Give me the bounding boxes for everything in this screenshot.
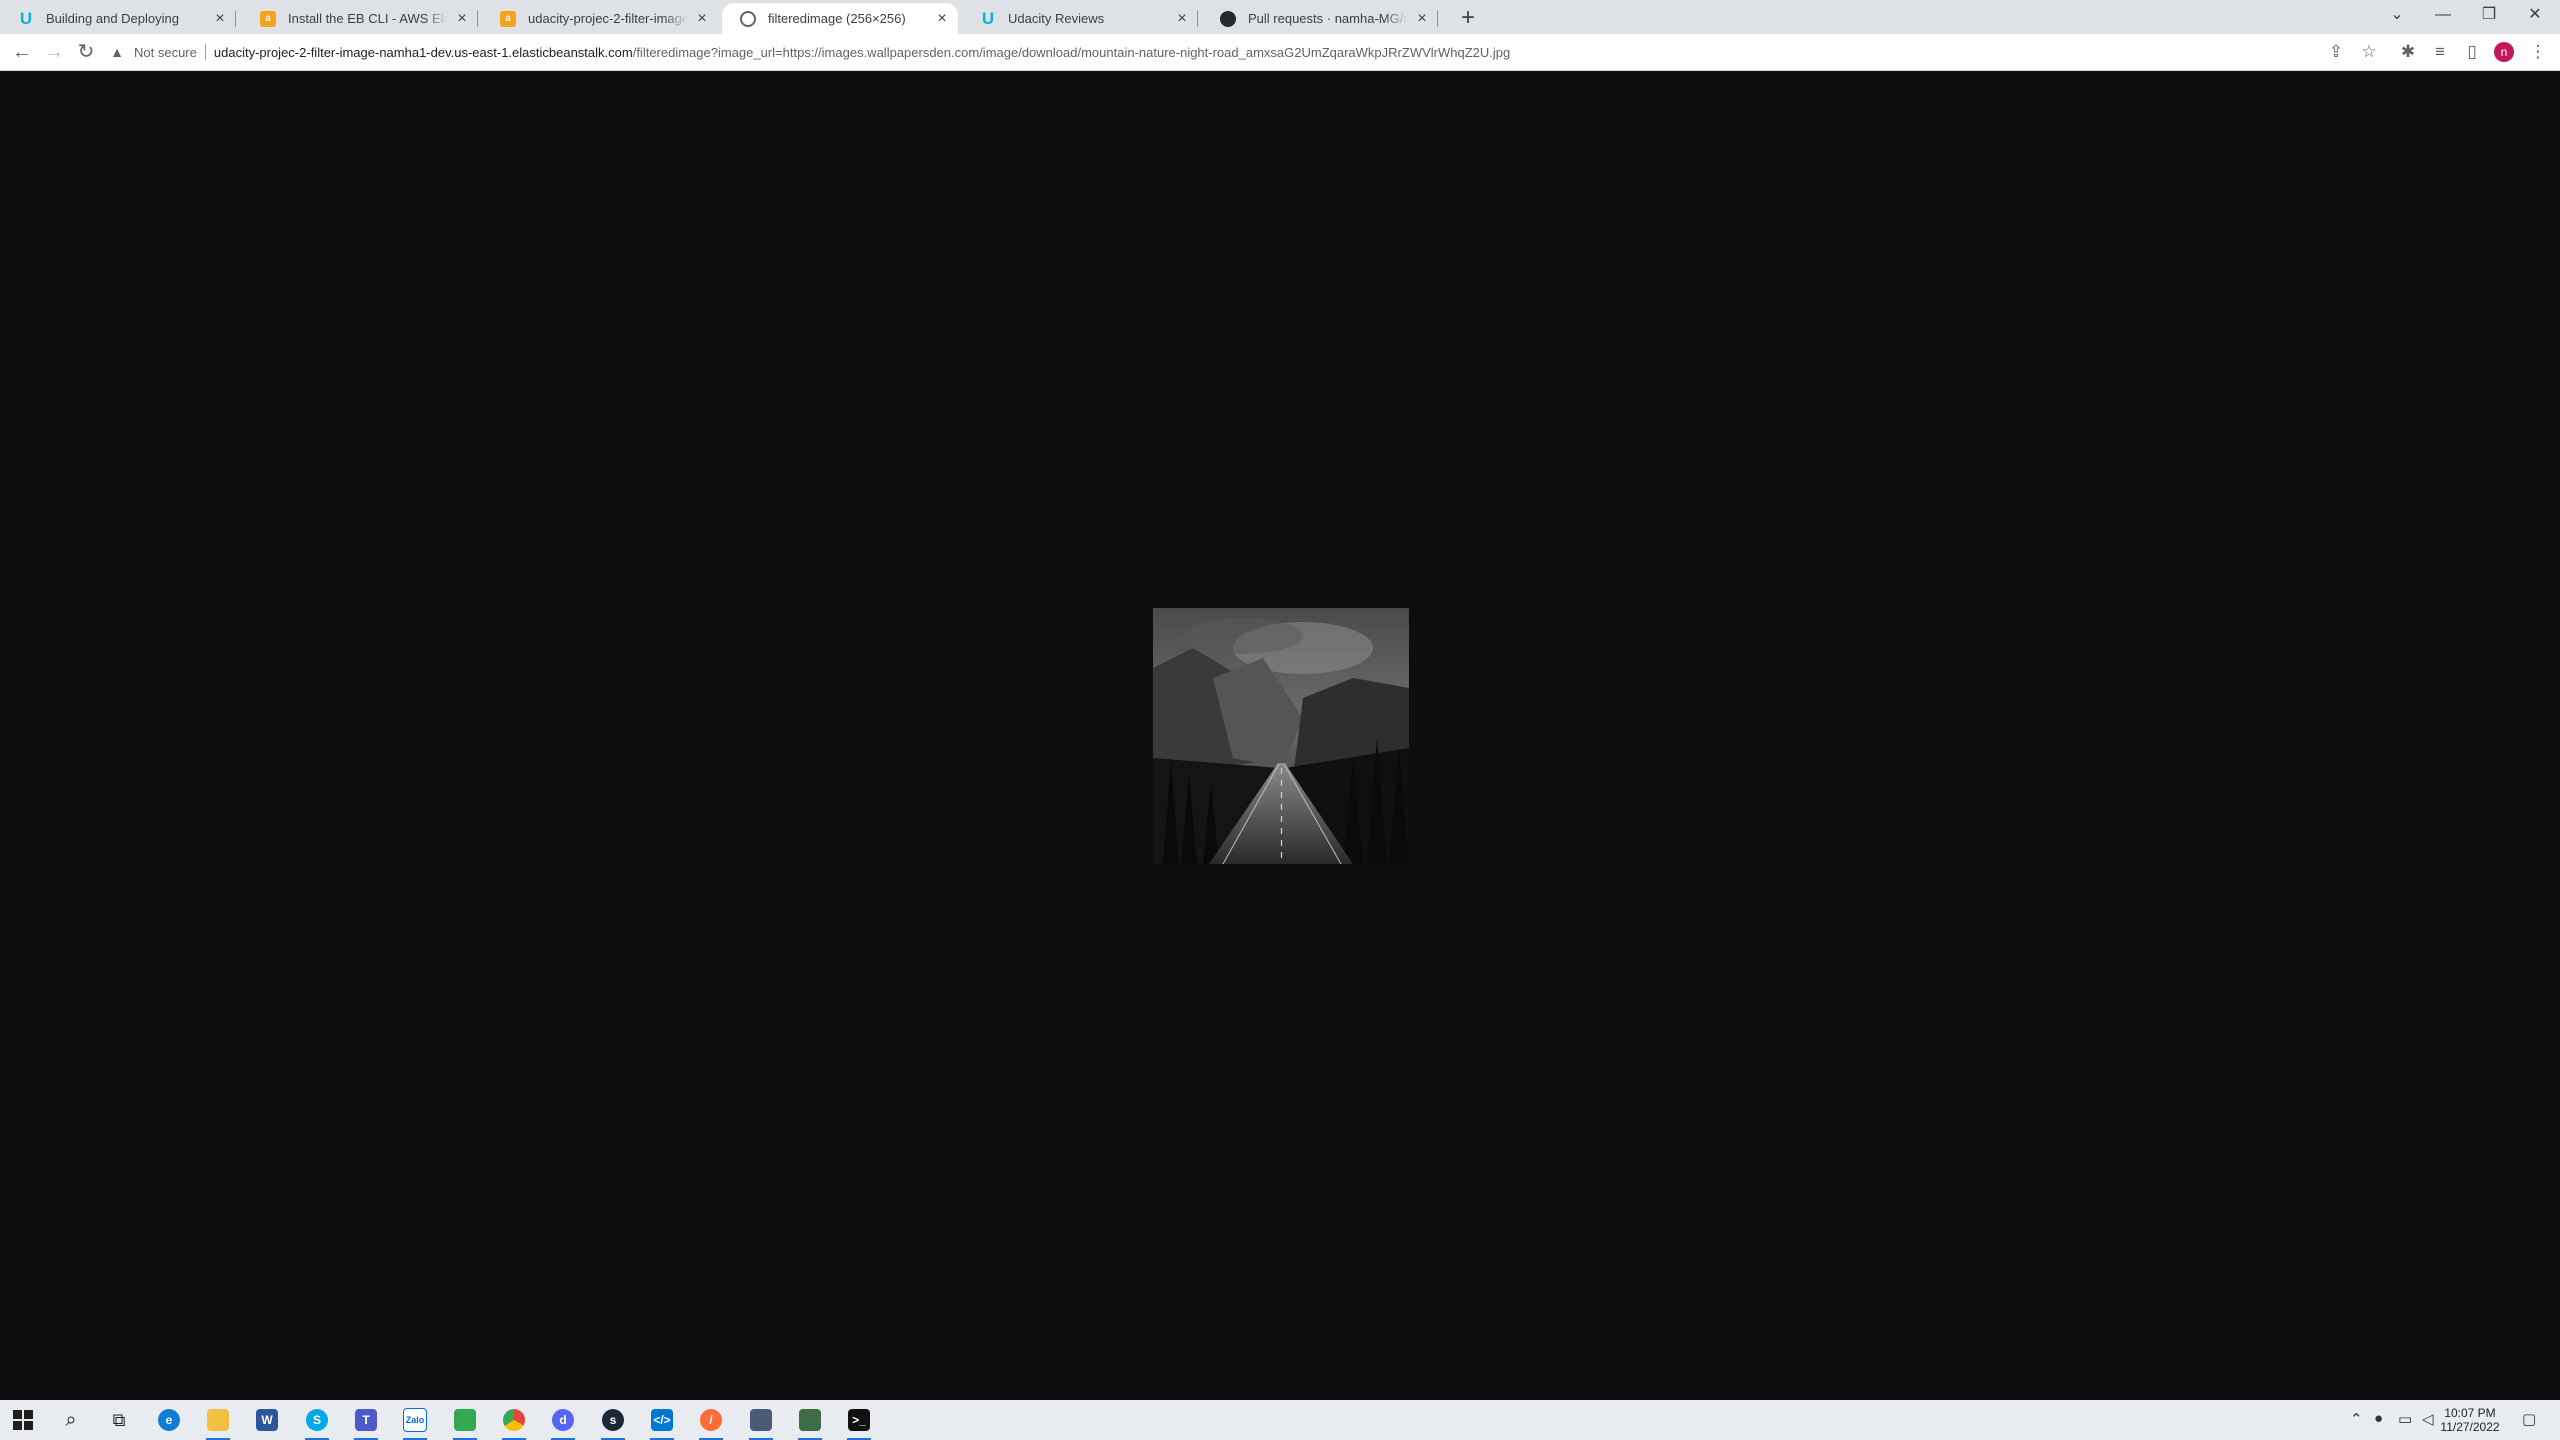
postman-icon[interactable]: / <box>696 1405 726 1440</box>
clock[interactable]: 10:07 PM 11/27/2022 <box>2426 1406 2514 1434</box>
notification-icon[interactable]: ▢ <box>2522 1410 2536 1428</box>
close-icon[interactable]: × <box>1414 10 1430 28</box>
aws-icon: a <box>500 10 516 27</box>
tab-title: filteredimage (256×256) <box>768 11 906 26</box>
tab-title: Building and Deploying <box>46 11 179 26</box>
udacity-icon: U <box>981 8 995 28</box>
file-explorer-icon[interactable] <box>203 1405 233 1440</box>
tab-building-and-deploying[interactable]: U Building and Deploying × <box>0 3 236 34</box>
tab-install-eb-cli[interactable]: a Install the EB CLI - AWS Elastic Beans… <box>242 3 478 34</box>
edge-icon[interactable]: e <box>154 1405 184 1435</box>
menu-icon[interactable]: ⋮ <box>2526 40 2550 64</box>
app-icon[interactable] <box>450 1405 480 1440</box>
close-icon[interactable]: × <box>212 10 228 28</box>
aws-icon: a <box>260 10 276 27</box>
zalo-icon[interactable]: Zalo <box>400 1405 430 1440</box>
minimize-button[interactable]: — <box>2420 0 2466 30</box>
tab-title: Pull requests · namha-MG/udacity <box>1248 11 1408 26</box>
tab-separator <box>235 11 236 27</box>
filtered-image <box>1153 608 1409 864</box>
task-view-icon[interactable]: ⧉ <box>104 1405 134 1435</box>
tab-pull-requests[interactable]: Pull requests · namha-MG/udacity × <box>1202 3 1438 34</box>
udacity-icon: U <box>19 8 33 28</box>
start-icon[interactable] <box>8 1405 38 1435</box>
warning-icon[interactable]: ▲ <box>108 44 126 60</box>
tab-udacity-reviews[interactable]: U Udacity Reviews × <box>962 3 1198 34</box>
microphone-icon[interactable]: ● <box>2374 1410 2383 1427</box>
url-path[interactable]: /filteredimage?image_url=https://images.… <box>633 45 1511 60</box>
new-tab-button[interactable]: + <box>1454 4 1482 32</box>
tab-strip: U Building and Deploying × a Install the… <box>0 0 2560 34</box>
windows-taskbar: ⌕ ⧉ e W S T Zalo d s </> / >_ ⌃ ● ▭ ◁ 10… <box>0 1400 2560 1440</box>
reload-button[interactable]: ↻ <box>72 38 100 66</box>
app-icon[interactable] <box>746 1405 776 1440</box>
chevron-up-icon[interactable]: ⌃ <box>2350 1410 2363 1428</box>
chrome-icon[interactable] <box>499 1405 529 1440</box>
close-icon[interactable]: × <box>694 10 710 28</box>
tab-udacity-projec[interactable]: a udacity-projec-2-filter-image-namha1-d… <box>482 3 718 34</box>
tab-title: Udacity Reviews <box>1008 11 1105 26</box>
app-icon[interactable] <box>795 1405 825 1440</box>
restore-button[interactable]: ❐ <box>2466 0 2512 30</box>
mountain-road-image <box>1153 608 1409 864</box>
url-host[interactable]: udacity-projec-2-filter-image-namha1-dev… <box>214 45 633 60</box>
tab-title: Install the EB CLI - AWS Elastic Beansta… <box>288 11 448 26</box>
security-label[interactable]: Not secure <box>134 45 197 60</box>
clock-date: 11/27/2022 <box>2440 1420 2500 1434</box>
tab-separator <box>1197 11 1198 27</box>
network-icon[interactable]: ▭ <box>2398 1410 2412 1428</box>
tab-search-button[interactable]: ⌄ <box>2374 0 2420 30</box>
terminal-icon[interactable]: >_ <box>844 1405 874 1440</box>
avatar[interactable]: n <box>2494 42 2514 62</box>
search-icon[interactable]: ⌕ <box>56 1405 86 1435</box>
omnibox-divider <box>204 44 206 60</box>
forward-button[interactable]: → <box>40 38 68 66</box>
clock-time: 10:07 PM <box>2444 1406 2496 1420</box>
browser-toolbar: ← → ↻ ▲ Not secure udacity-projec-2-filt… <box>0 34 2560 71</box>
tab-separator <box>477 11 478 27</box>
page-viewport <box>0 71 2560 1400</box>
skype-icon[interactable]: S <box>302 1405 332 1440</box>
back-button[interactable]: ← <box>8 38 36 66</box>
teams-icon[interactable]: T <box>351 1405 381 1440</box>
close-window-button[interactable]: ✕ <box>2512 0 2558 30</box>
close-icon[interactable]: × <box>1174 10 1190 28</box>
share-icon[interactable]: ⇪ <box>2324 40 2348 64</box>
tab-separator <box>1437 11 1438 27</box>
steam-icon[interactable]: s <box>598 1405 628 1440</box>
media-controls-icon[interactable]: ≡ <box>2428 40 2452 64</box>
close-icon[interactable]: × <box>934 10 950 28</box>
vscode-icon[interactable]: </> <box>647 1405 677 1440</box>
side-panel-icon[interactable]: ▯ <box>2460 40 2484 64</box>
extensions-icon[interactable]: ✱ <box>2396 40 2420 64</box>
github-icon <box>1220 10 1236 27</box>
globe-icon <box>740 10 756 27</box>
close-icon[interactable]: × <box>454 10 470 28</box>
discord-icon[interactable]: d <box>548 1405 578 1440</box>
bookmark-star-icon[interactable]: ☆ <box>2357 40 2381 64</box>
tab-filteredimage[interactable]: filteredimage (256×256) × <box>722 3 958 34</box>
address-bar[interactable]: ▲ Not secure udacity-projec-2-filter-ima… <box>108 37 2348 67</box>
tab-title: udacity-projec-2-filter-image-namha1-dev <box>528 11 688 26</box>
word-icon[interactable]: W <box>252 1405 282 1435</box>
